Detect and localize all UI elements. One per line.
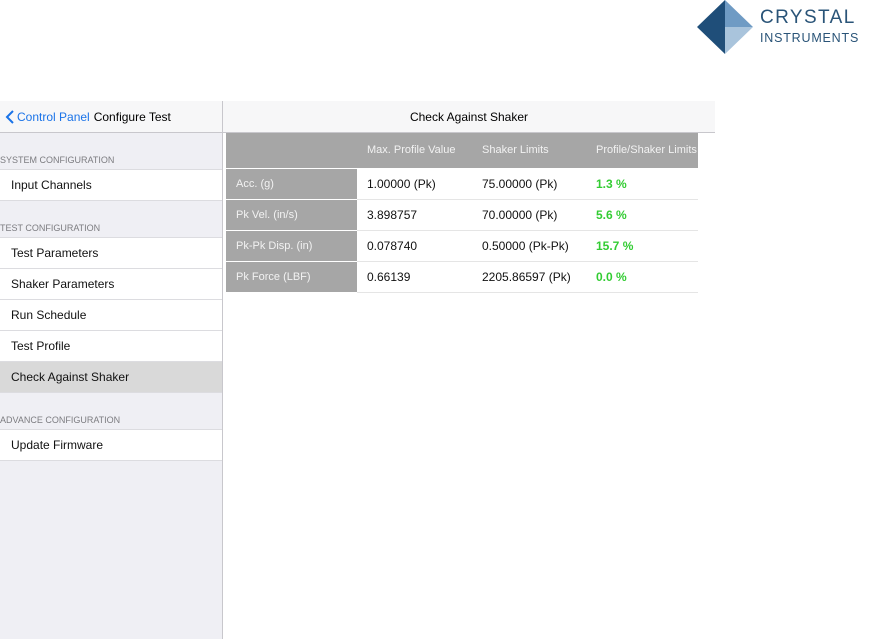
col-header-max-profile: Max. Profile Value (357, 133, 472, 169)
table-row: Pk Force (LBF) 0.66139 2205.86597 (Pk) 0… (226, 261, 698, 293)
ratio-value: 0.0 % (586, 261, 698, 293)
advance-configuration-group: Update Firmware (0, 429, 222, 461)
shaker-check-table: Max. Profile Value Shaker Limits Profile… (226, 133, 698, 293)
ratio-value: 5.6 % (586, 199, 698, 231)
table-header-row: Max. Profile Value Shaker Limits Profile… (226, 133, 698, 169)
shaker-limit-value: 70.00000 (Pk) (472, 199, 586, 231)
sidebar-item-update-firmware[interactable]: Update Firmware (0, 430, 222, 461)
crystal-instruments-logo: CRYSTAL INSTRUMENTS (697, 0, 874, 54)
system-configuration-group: Input Channels (0, 169, 222, 201)
sidebar-item-test-profile[interactable]: Test Profile (0, 331, 222, 362)
table-row: Pk Vel. (in/s) 3.898757 70.00000 (Pk) 5.… (226, 199, 698, 231)
section-header-advance: ADVANCE CONFIGURATION (0, 415, 121, 425)
row-label: Pk-Pk Disp. (in) (226, 230, 357, 262)
row-label: Pk Force (LBF) (226, 261, 357, 293)
max-profile-value: 3.898757 (357, 199, 472, 231)
sidebar: Control Panel Configure Test SYSTEM CONF… (0, 101, 223, 639)
sidebar-title: Configure Test (93, 109, 171, 124)
row-label: Acc. (g) (226, 168, 357, 200)
max-profile-value: 1.00000 (Pk) (357, 168, 472, 200)
table-row: Pk-Pk Disp. (in) 0.078740 0.50000 (Pk-Pk… (226, 230, 698, 262)
row-label: Pk Vel. (in/s) (226, 199, 357, 231)
main-title: Check Against Shaker (223, 101, 715, 133)
logo-subtitle: INSTRUMENTS (760, 31, 860, 45)
sidebar-item-run-schedule[interactable]: Run Schedule (0, 300, 222, 331)
sidebar-item-input-channels[interactable]: Input Channels (0, 170, 222, 201)
ratio-value: 1.3 % (586, 168, 698, 200)
col-header-shaker-limits: Shaker Limits (472, 133, 586, 169)
logo-title: CRYSTAL (760, 7, 856, 28)
logo-diamond-icon (697, 0, 753, 54)
shaker-limit-value: 75.00000 (Pk) (472, 168, 586, 200)
test-configuration-group: Test Parameters Shaker Parameters Run Sc… (0, 237, 222, 393)
ratio-value: 15.7 % (586, 230, 698, 262)
col-header-ratio: Profile/Shaker Limits (586, 133, 698, 169)
shaker-limit-value: 0.50000 (Pk-Pk) (472, 230, 586, 262)
table-row: Acc. (g) 1.00000 (Pk) 75.00000 (Pk) 1.3 … (226, 168, 698, 200)
shaker-limit-value: 2205.86597 (Pk) (472, 261, 586, 293)
main-panel: Check Against Shaker Max. Profile Value … (223, 101, 874, 639)
sidebar-header: Control Panel Configure Test (0, 101, 222, 133)
table-header-corner (226, 133, 357, 169)
max-profile-value: 0.66139 (357, 261, 472, 293)
section-header-system: SYSTEM CONFIGURATION (0, 155, 115, 165)
sidebar-item-test-parameters[interactable]: Test Parameters (0, 238, 222, 269)
back-control-panel-link[interactable]: Control Panel (17, 110, 90, 124)
section-header-test: TEST CONFIGURATION (0, 223, 101, 233)
max-profile-value: 0.078740 (357, 230, 472, 262)
sidebar-item-check-against-shaker[interactable]: Check Against Shaker (0, 362, 222, 393)
chevron-left-icon[interactable] (5, 109, 15, 124)
sidebar-item-shaker-parameters[interactable]: Shaker Parameters (0, 269, 222, 300)
